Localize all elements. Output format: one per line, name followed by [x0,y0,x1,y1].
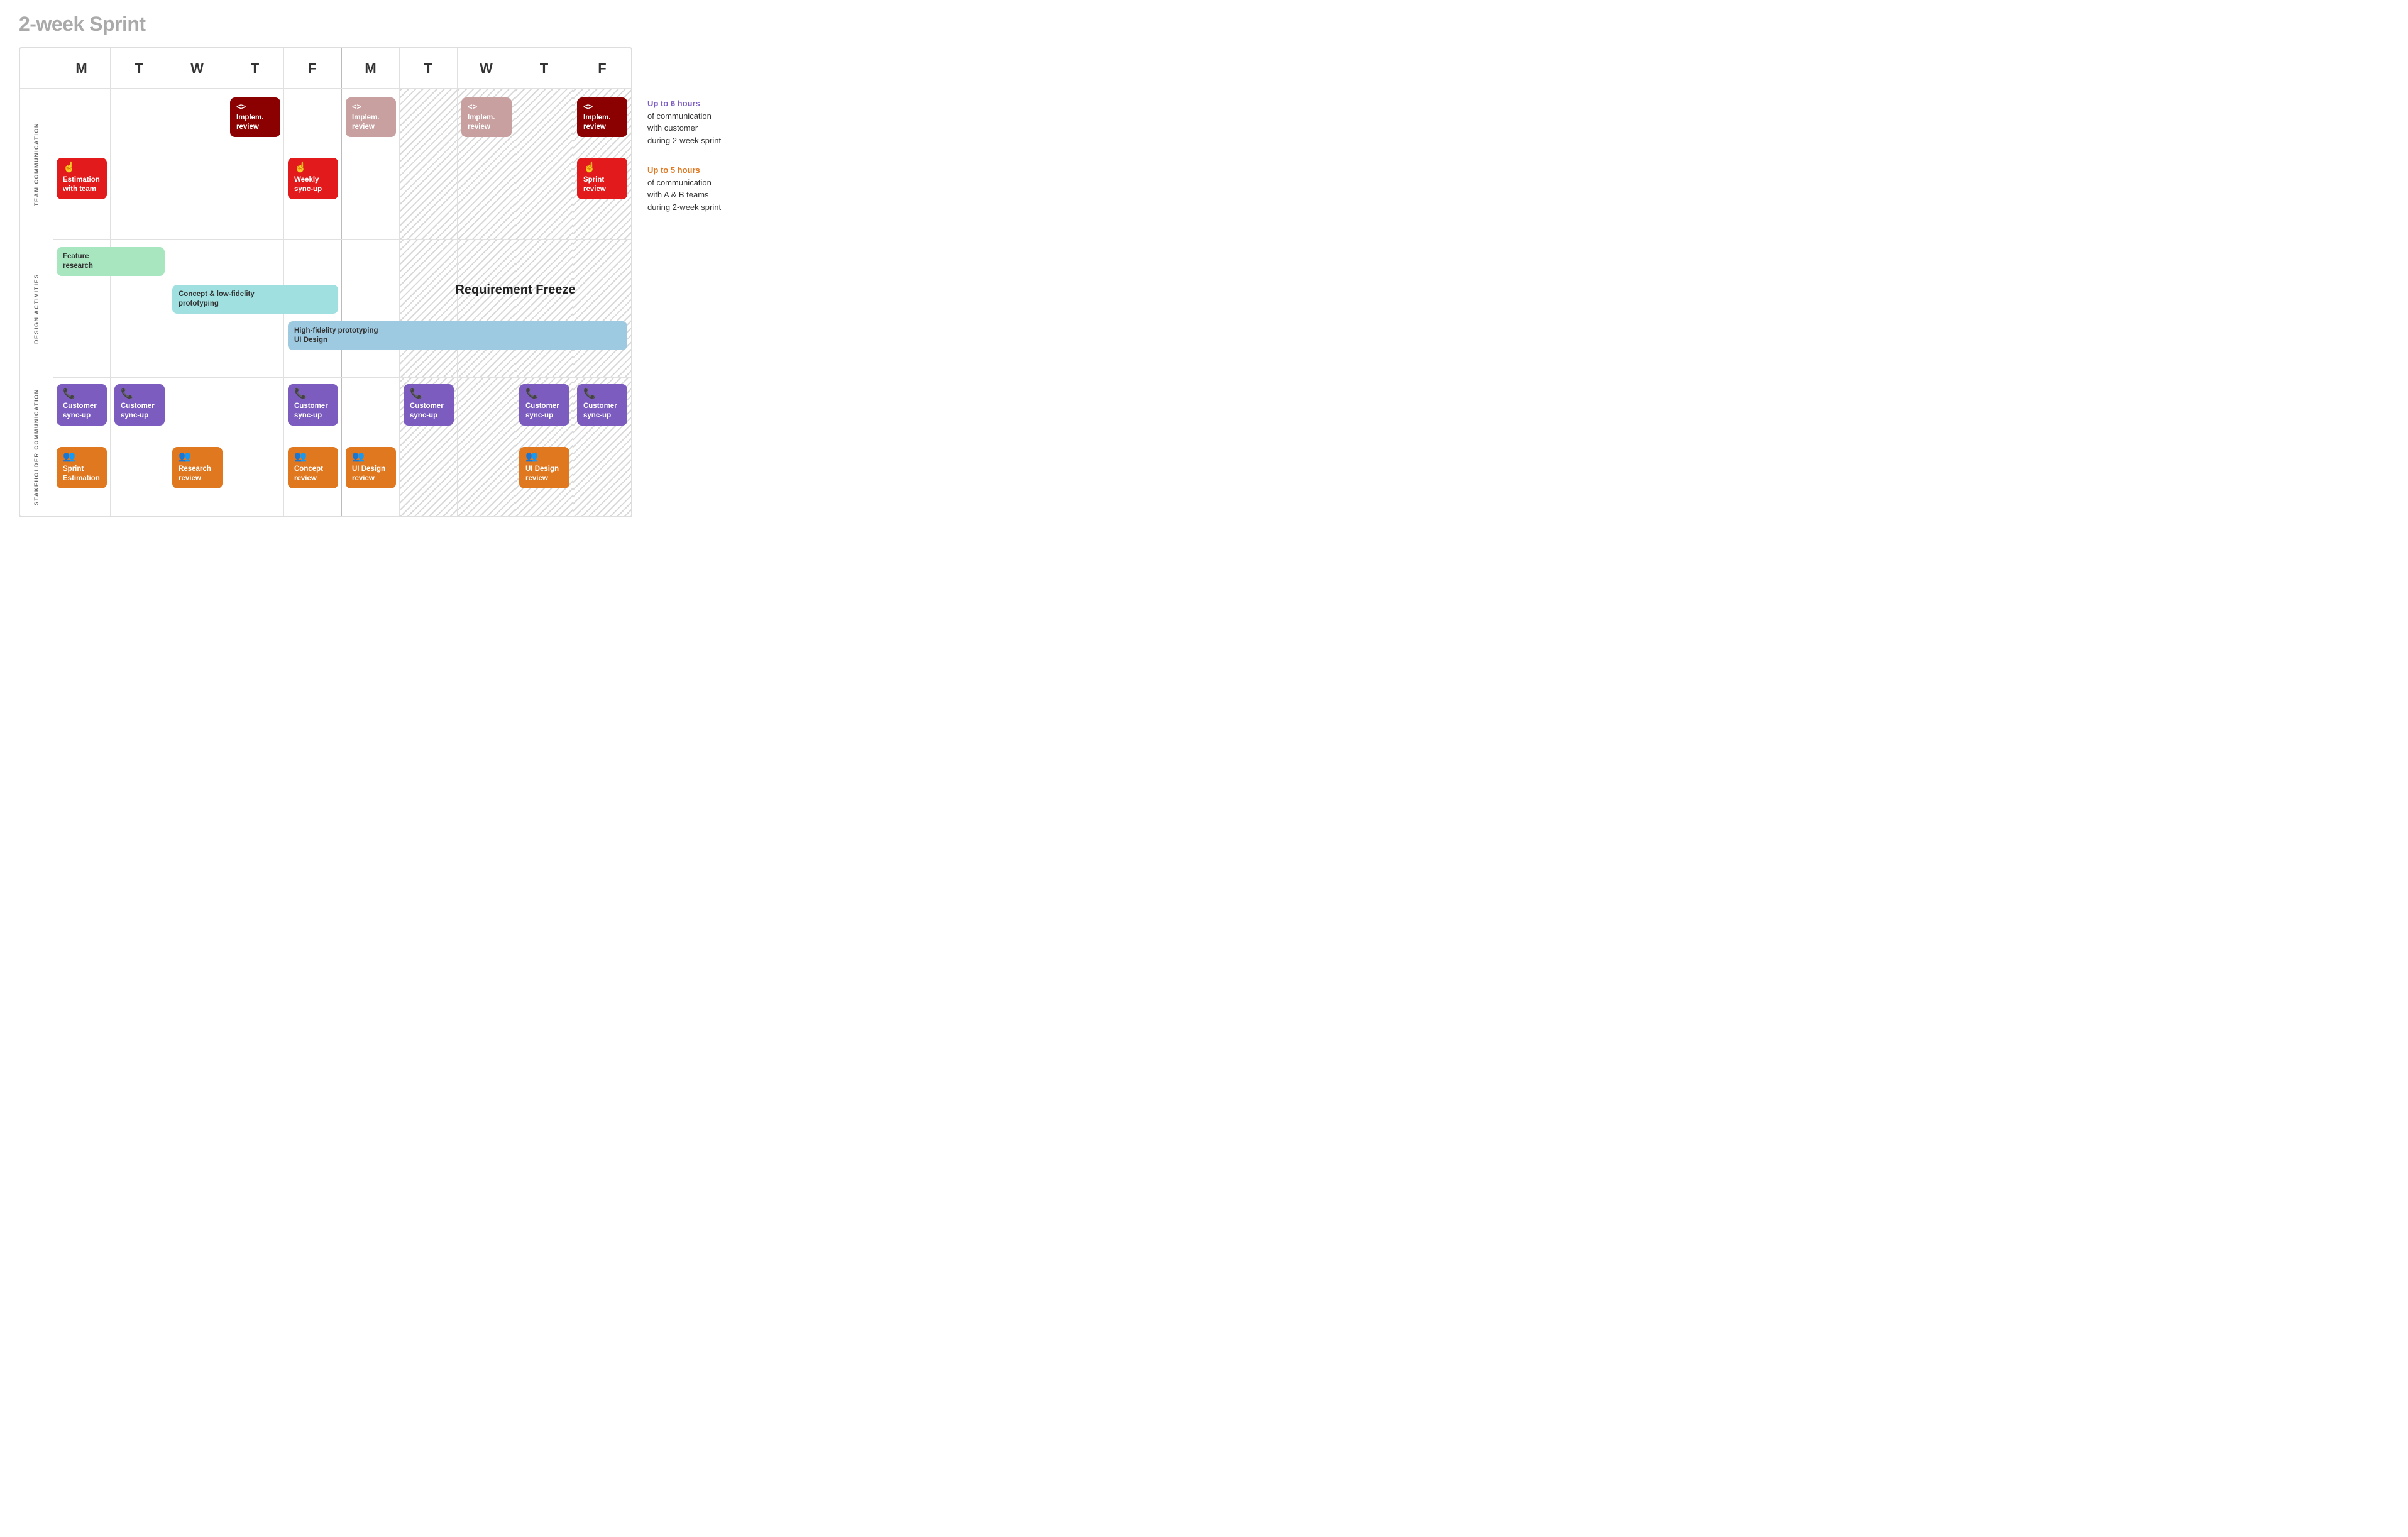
team-comm-label: TEAM COMMUNICATION [20,89,53,240]
design-act-section: Featureresearch Concept & low-fidelitypr… [53,240,631,378]
impl-review-w2-wed: <> Implem.review [461,97,512,137]
day-w1-mon: M [53,48,111,88]
impl-review-w2-mon-label: Implem.review [352,113,390,132]
phone-icon-6: 📞 [583,389,621,399]
impl-review-w1-label: Implem.review [236,113,274,132]
people-icon-3: 👥 [294,452,332,462]
estimation-card: ☝ Estimationwith team [57,158,107,199]
sprint-review-card: ☝ Sprintreview [577,158,627,199]
team-hours-body: of communicationwith A & B teamsduring 2… [647,177,786,214]
day-w2-fri: F [573,48,631,88]
impl-review-w2-wed-label: Implem.review [468,113,505,132]
concept-review-card: 👥 Conceptreview [288,447,338,488]
customer-syncup-w2-thu-label: Customersync-up [525,402,563,421]
sprint-chart: TEAM COMMUNICATION DESIGN ACTIVITIES STA… [19,47,632,517]
phone-icon-1: 📞 [63,389,101,399]
code-icon: <> [236,102,274,111]
feature-research-card: Featureresearch [57,247,165,276]
customer-syncup-w1-fri: 📞 Customersync-up [288,384,338,426]
customer-syncup-w1-mon-label: Customersync-up [63,402,101,421]
estimation-label: Estimationwith team [63,175,101,194]
design-act-label: DESIGN ACTIVITIES [20,240,53,378]
day-w2-mon: M [342,48,400,88]
code-icon-4: <> [583,102,621,111]
day-w1-thu: T [226,48,284,88]
hand-icon: ☝ [63,163,101,173]
ui-design-review-w2-thu: 👥 UI Designreview [519,447,569,488]
day-w2-tue: T [400,48,458,88]
customer-syncup-w2-tue: 📞 Customersync-up [404,384,454,426]
feature-research-label: Featureresearch [63,252,158,271]
hand-icon-2: ☝ [294,163,332,173]
day-w1-wed: W [168,48,226,88]
team-hours-title: Up to 5 hours [647,164,786,177]
customer-syncup-w2-fri-label: Customersync-up [583,402,621,421]
ui-design-review-w2-mon-label: UI Designreview [352,465,390,483]
day-w1-fri: F [284,48,342,88]
impl-review-w2-fri-label: Implem.review [583,113,621,132]
day-w2-wed: W [458,48,515,88]
ui-design-review-w2-thu-label: UI Designreview [525,465,563,483]
hand-icon-3: ☝ [583,163,621,173]
sprint-estimation-card: 👥 SprintEstimation [57,447,107,488]
concept-proto-card: Concept & low-fidelityprototyping [172,285,338,314]
page-title: 2-week Sprint [19,13,786,36]
phone-icon-3: 📞 [294,389,332,399]
customer-syncup-w1-mon: 📞 Customersync-up [57,384,107,426]
people-icon-2: 👥 [179,452,216,462]
code-icon-2: <> [352,102,390,111]
phone-icon-2: 📞 [121,389,158,399]
impl-review-w1: <> Implem.review [230,97,280,137]
customer-syncup-w2-thu: 📞 Customersync-up [519,384,569,426]
customer-syncup-w1-tue: 📞 Customersync-up [114,384,165,426]
day-w2-thu: T [515,48,573,88]
sprint-review-label: Sprintreview [583,175,621,194]
impl-review-w2-fri: <> Implem.review [577,97,627,137]
customer-syncup-w2-tue-label: Customersync-up [410,402,448,421]
people-icon-5: 👥 [525,452,563,462]
weekly-sync-label: Weeklysync-up [294,175,332,194]
phone-icon-4: 📞 [410,389,448,399]
ui-design-review-w2-mon: 👥 UI Designreview [346,447,396,488]
day-headers: M T W T F M T W T F [53,48,631,89]
stakeholder-comm-label: STAKEHOLDER COMMUNICATION [20,378,53,516]
team-hours-legend: Up to 5 hours of communicationwith A & B… [647,164,786,213]
team-comm-section: <> Implem.review <> Implem.review <> Imp… [53,89,631,240]
customer-hours-body: of communicationwith customerduring 2-we… [647,110,786,147]
code-icon-3: <> [468,102,505,111]
research-review-card: 👥 Researchreview [172,447,223,488]
hifi-proto-label: High-fidelity prototypingUI Design [294,326,621,345]
customer-hours-legend: Up to 6 hours of communicationwith custo… [647,97,786,146]
concept-proto-label: Concept & low-fidelityprototyping [179,290,332,309]
day-w1-tue: T [111,48,168,88]
customer-syncup-w2-fri: 📞 Customersync-up [577,384,627,426]
people-icon-1: 👥 [63,452,101,462]
req-freeze-label: Requirement Freeze [406,258,625,321]
legend: Up to 6 hours of communicationwith custo… [647,47,786,517]
customer-syncup-w1-fri-label: Customersync-up [294,402,332,421]
weekly-sync-card: ☝ Weeklysync-up [288,158,338,199]
customer-hours-title: Up to 6 hours [647,97,786,110]
impl-review-w2-mon: <> Implem.review [346,97,396,137]
people-icon-4: 👥 [352,452,390,462]
hifi-proto-card: High-fidelity prototypingUI Design [288,321,627,350]
phone-icon-5: 📞 [525,389,563,399]
grid: M T W T F M T W T F [53,48,631,516]
sprint-estimation-label: SprintEstimation [63,465,101,483]
concept-review-label: Conceptreview [294,465,332,483]
stakeholder-comm-section: 📞 Customersync-up 📞 Customersync-up 📞 Cu… [53,378,631,516]
research-review-label: Researchreview [179,465,216,483]
customer-syncup-w1-tue-label: Customersync-up [121,402,158,421]
row-labels: TEAM COMMUNICATION DESIGN ACTIVITIES STA… [20,48,53,516]
